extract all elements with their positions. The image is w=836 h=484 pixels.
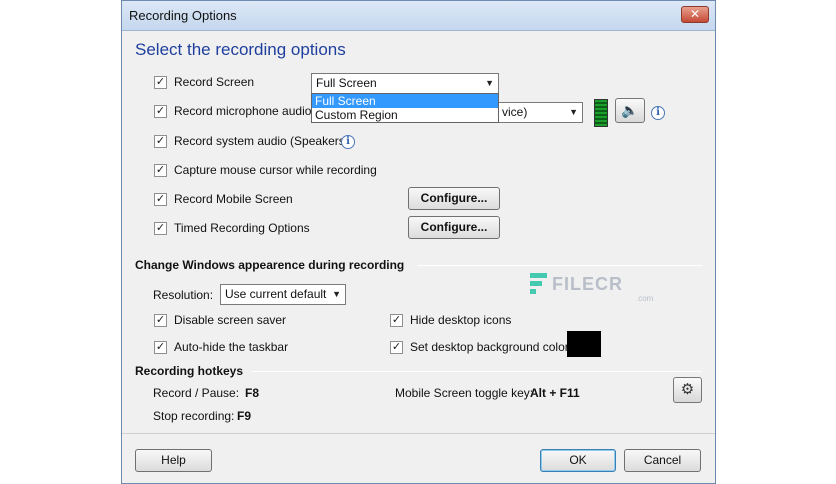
configure-timed-button[interactable]: Configure... <box>408 216 500 239</box>
appearance-section-title: Change Windows appearence during recordi… <box>135 258 405 272</box>
set-bg-color-label: Set desktop background color: <box>410 340 573 354</box>
record-screen-label: Record Screen <box>174 75 255 89</box>
record-screen-select-value: Full Screen <box>316 76 377 90</box>
chevron-down-icon: ▼ <box>332 289 341 299</box>
disable-screensaver-checkbox[interactable]: ✓ <box>154 314 167 327</box>
hotkey-settings-button[interactable]: ⚙ <box>673 377 702 403</box>
record-mobile-checkbox[interactable]: ✓ <box>154 193 167 206</box>
record-pause-label: Record / Pause: <box>153 386 240 400</box>
record-system-audio-label: Record system audio (Speakers) <box>174 134 349 148</box>
audio-level-meter <box>594 99 608 127</box>
watermark: FILECR .com <box>552 274 653 303</box>
record-mic-checkbox[interactable]: ✓ <box>154 105 167 118</box>
speaker-volume-button[interactable]: 🔈 <box>615 98 645 123</box>
watermark-text: FILECR <box>552 274 623 294</box>
chevron-down-icon: ▼ <box>485 78 494 88</box>
cancel-button[interactable]: Cancel <box>624 449 701 472</box>
capture-cursor-checkbox[interactable]: ✓ <box>154 164 167 177</box>
resolution-select-value: Use current default <box>225 287 327 301</box>
resolution-select[interactable]: Use current default ▼ <box>220 284 346 305</box>
chevron-down-icon: ▼ <box>569 107 578 117</box>
record-screen-dropdown-list[interactable]: Full Screen Custom Region <box>311 93 499 123</box>
hotkeys-section-title: Recording hotkeys <box>135 364 244 378</box>
recording-options-dialog: Recording Options ✕ Select the recording… <box>121 0 716 484</box>
page-title: Select the recording options <box>135 40 346 59</box>
set-bg-color-checkbox[interactable]: ✓ <box>390 341 403 354</box>
speaker-icon: 🔈 <box>621 102 639 118</box>
configure-mobile-button[interactable]: Configure... <box>408 187 500 210</box>
autohide-taskbar-label: Auto-hide the taskbar <box>174 340 289 354</box>
filecr-logo-icon <box>530 273 547 294</box>
stop-recording-label: Stop recording: <box>153 409 235 423</box>
help-button[interactable]: Help <box>135 449 212 472</box>
disable-screensaver-label: Disable screen saver <box>174 313 287 327</box>
dropdown-option-custom-region[interactable]: Custom Region <box>312 108 498 122</box>
record-mic-label: Record microphone audio <box>174 104 312 118</box>
record-screen-checkbox[interactable]: ✓ <box>154 76 167 89</box>
dropdown-option-full-screen[interactable]: Full Screen <box>312 94 498 108</box>
record-mobile-label: Record Mobile Screen <box>174 192 293 206</box>
timed-recording-label: Timed Recording Options <box>174 221 310 235</box>
autohide-taskbar-checkbox[interactable]: ✓ <box>154 341 167 354</box>
info-icon[interactable]: i <box>651 106 665 120</box>
hide-icons-checkbox[interactable]: ✓ <box>390 314 403 327</box>
mobile-toggle-key: Alt + F11 <box>530 386 580 400</box>
section-divider <box>418 265 702 266</box>
info-icon[interactable]: i <box>341 135 355 149</box>
title-bar[interactable]: Recording Options ✕ <box>122 1 715 31</box>
watermark-suffix: .com <box>636 294 654 303</box>
window-title: Recording Options <box>129 8 237 23</box>
timed-recording-checkbox[interactable]: ✓ <box>154 222 167 235</box>
gear-icon: ⚙ <box>680 381 695 398</box>
mobile-toggle-label: Mobile Screen toggle key: <box>395 386 534 400</box>
hide-icons-label: Hide desktop icons <box>410 313 512 327</box>
footer-bar: Help OK Cancel <box>122 433 715 483</box>
section-divider <box>252 371 702 372</box>
capture-cursor-label: Capture mouse cursor while recording <box>174 163 377 177</box>
mic-device-select-value: vice) <box>502 105 528 119</box>
ok-button[interactable]: OK <box>540 449 616 472</box>
record-screen-select[interactable]: Full Screen ▼ <box>311 73 499 94</box>
record-system-audio-checkbox[interactable]: ✓ <box>154 135 167 148</box>
record-pause-key: F8 <box>245 386 260 400</box>
resolution-label: Resolution: <box>153 288 214 302</box>
stop-recording-key: F9 <box>237 409 252 423</box>
bg-color-swatch[interactable] <box>567 331 601 357</box>
close-button[interactable]: ✕ <box>681 6 709 23</box>
